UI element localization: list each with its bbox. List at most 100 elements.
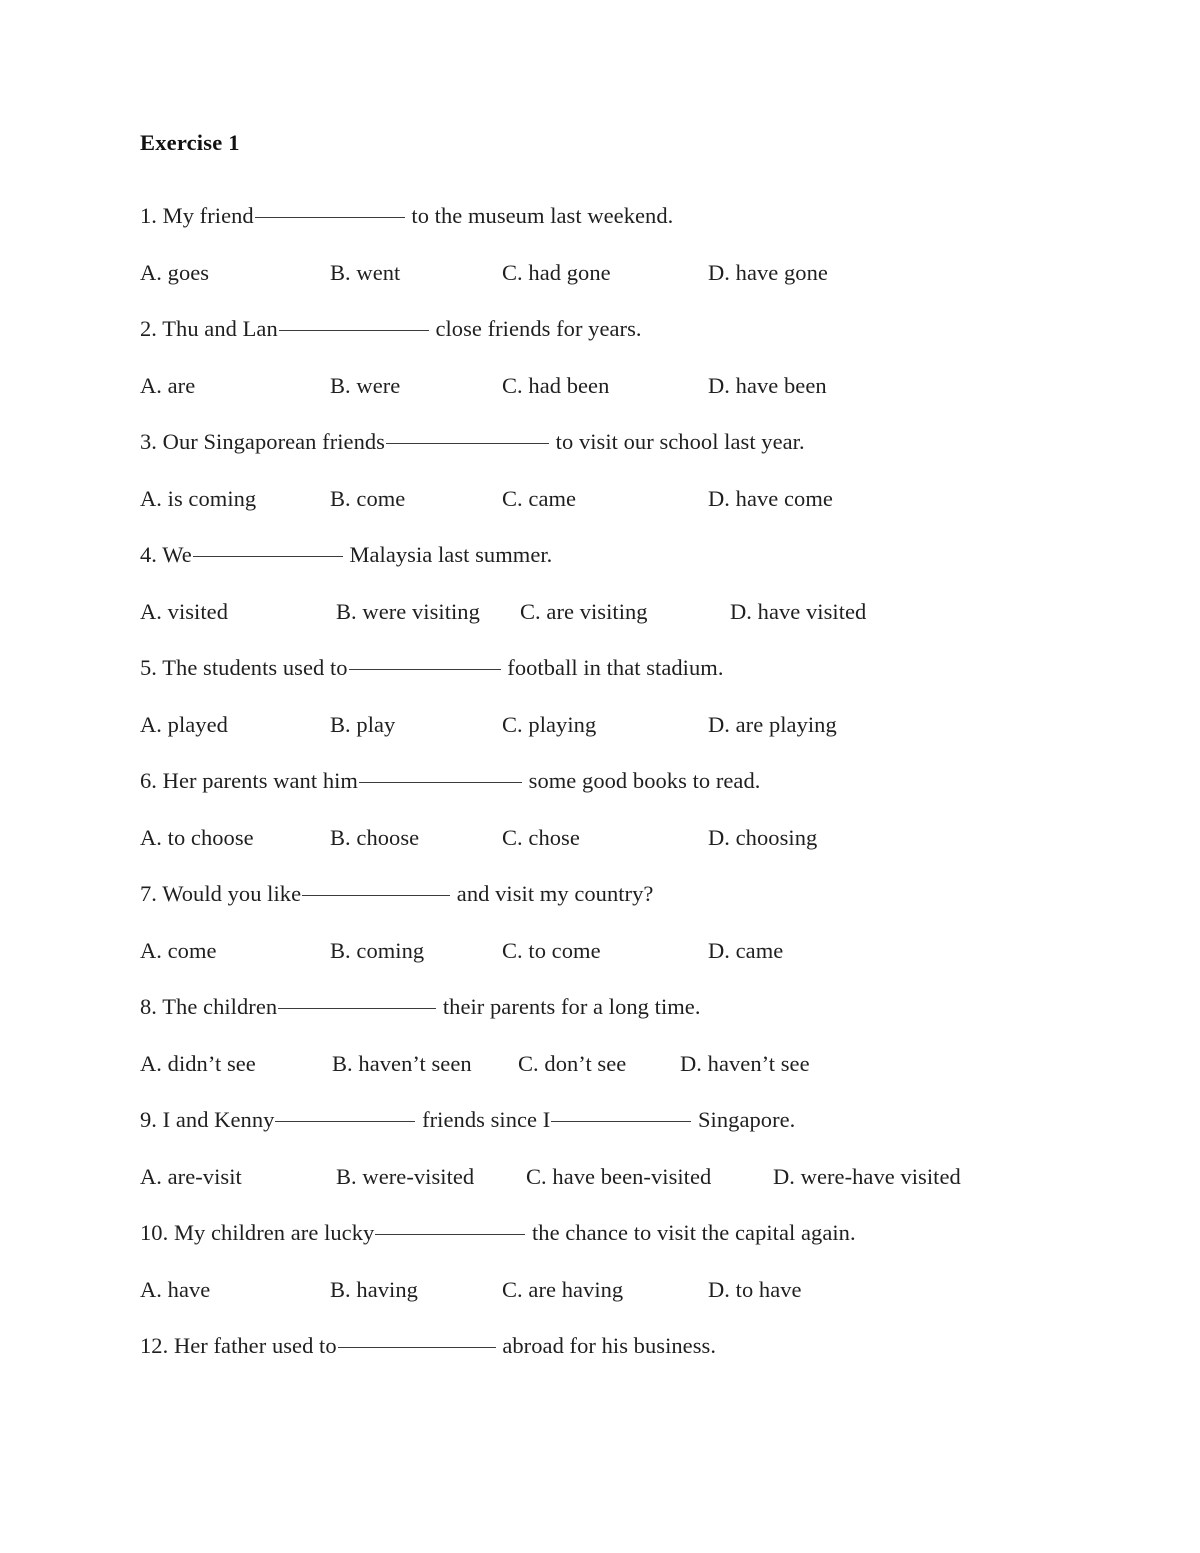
options-row-7: A. come B. coming C. to come D. came <box>140 923 1070 980</box>
option-4-d[interactable]: D. have visited <box>730 584 866 641</box>
question-line-1: 1. My friend to the museum last weekend. <box>140 188 1070 245</box>
option-8-c[interactable]: C. don’t see <box>518 1036 626 1093</box>
option-1-d[interactable]: D. have gone <box>708 245 828 302</box>
question-3-blank[interactable] <box>386 443 549 444</box>
question-7-text-after: and visit my country? <box>451 881 654 906</box>
options-row-6: A. to choose B. choose C. chose D. choos… <box>140 810 1070 867</box>
question-9-blank-2[interactable] <box>551 1121 692 1122</box>
question-7-text-before: 7. Would you like <box>140 881 302 906</box>
option-7-c[interactable]: C. to come <box>502 923 601 980</box>
question-9-text-middle: friends since I <box>416 1107 551 1132</box>
option-6-b[interactable]: B. choose <box>330 810 419 867</box>
option-2-c[interactable]: C. had been <box>502 358 609 415</box>
option-2-b[interactable]: B. were <box>330 358 400 415</box>
question-12-text-before: 12. Her father used to <box>140 1333 337 1358</box>
question-8-text-before: 8. The children <box>140 994 278 1019</box>
option-9-d[interactable]: D. were-have visited <box>773 1149 961 1206</box>
option-8-a[interactable]: A. didn’t see <box>140 1036 256 1093</box>
question-line-6: 6. Her parents want him some good books … <box>140 753 1070 810</box>
question-2-blank[interactable] <box>278 330 429 331</box>
question-line-5: 5. The students used to football in that… <box>140 640 1070 697</box>
option-9-b[interactable]: B. were-visited <box>336 1149 474 1206</box>
question-line-2: 2. Thu and Lan close friends for years. <box>140 301 1070 358</box>
question-line-8: 8. The children their parents for a long… <box>140 979 1070 1036</box>
option-7-b[interactable]: B. coming <box>330 923 424 980</box>
option-6-a[interactable]: A. to choose <box>140 810 254 867</box>
question-line-10: 10. My children are lucky the chance to … <box>140 1205 1070 1262</box>
question-10-text-after: the chance to visit the capital again. <box>526 1220 856 1245</box>
question-line-9: 9. I and Kenny friends since I Singapore… <box>140 1092 1070 1149</box>
question-6-text-before: 6. Her parents want him <box>140 768 358 793</box>
option-6-c[interactable]: C. chose <box>502 810 580 867</box>
option-10-b[interactable]: B. having <box>330 1262 418 1319</box>
option-7-d[interactable]: D. came <box>708 923 783 980</box>
option-3-b[interactable]: B. come <box>330 471 405 528</box>
option-9-c[interactable]: C. have been-visited <box>526 1149 711 1206</box>
option-3-c[interactable]: C. came <box>502 471 576 528</box>
question-2-text-before: 2. Thu and Lan <box>140 316 278 341</box>
options-row-5: A. played B. play C. playing D. are play… <box>140 697 1070 754</box>
option-5-c[interactable]: C. playing <box>502 697 596 754</box>
option-3-a[interactable]: A. is coming <box>140 471 256 528</box>
options-row-3: A. is coming B. come C. came D. have com… <box>140 471 1070 528</box>
options-row-2: A. are B. were C. had been D. have been <box>140 358 1070 415</box>
options-row-8: A. didn’t see B. haven’t seen C. don’t s… <box>140 1036 1070 1093</box>
question-2-text-after: close friends for years. <box>429 316 642 341</box>
option-10-d[interactable]: D. to have <box>708 1262 802 1319</box>
option-4-a[interactable]: A. visited <box>140 584 228 641</box>
option-2-a[interactable]: A. are <box>140 358 195 415</box>
option-5-b[interactable]: B. play <box>330 697 395 754</box>
document-body: Exercise 1 1. My friend to the museum la… <box>140 130 1070 1375</box>
option-8-b[interactable]: B. haven’t seen <box>332 1036 472 1093</box>
question-1-text-after: to the museum last weekend. <box>405 203 674 228</box>
question-10-blank[interactable] <box>375 1234 526 1235</box>
question-9-text-before: 9. I and Kenny <box>140 1107 275 1132</box>
option-1-c[interactable]: C. had gone <box>502 245 611 302</box>
document-page: Exercise 1 1. My friend to the museum la… <box>0 0 1200 1553</box>
question-12-blank[interactable] <box>337 1347 496 1348</box>
option-6-d[interactable]: D. choosing <box>708 810 817 867</box>
question-line-7: 7. Would you like and visit my country? <box>140 866 1070 923</box>
option-1-a[interactable]: A. goes <box>140 245 209 302</box>
page-title: Exercise 1 <box>140 130 240 155</box>
question-4-text-after: Malaysia last summer. <box>343 542 553 567</box>
options-row-1: A. goes B. went C. had gone D. have gone <box>140 245 1070 302</box>
question-8-text-after: their parents for a long time. <box>437 994 701 1019</box>
question-9-text-after: Singapore. <box>692 1107 796 1132</box>
question-4-text-before: 4. We <box>140 542 192 567</box>
option-10-a[interactable]: A. have <box>140 1262 210 1319</box>
question-1-blank[interactable] <box>254 217 405 218</box>
option-8-d[interactable]: D. haven’t see <box>680 1036 810 1093</box>
options-row-4: A. visited B. were visiting C. are visit… <box>140 584 1070 641</box>
option-5-a[interactable]: A. played <box>140 697 228 754</box>
option-1-b[interactable]: B. went <box>330 245 400 302</box>
options-row-9: A. are-visit B. were-visited C. have bee… <box>140 1149 1070 1206</box>
question-5-text-before: 5. The students used to <box>140 655 348 680</box>
question-6-blank[interactable] <box>358 782 522 783</box>
option-10-c[interactable]: C. are having <box>502 1262 623 1319</box>
question-3-text-before: 3. Our Singaporean friends <box>140 429 385 454</box>
option-3-d[interactable]: D. have come <box>708 471 833 528</box>
option-7-a[interactable]: A. come <box>140 923 217 980</box>
question-7-blank[interactable] <box>302 895 451 896</box>
question-12-text-after: abroad for his business. <box>496 1333 717 1358</box>
question-4-blank[interactable] <box>192 556 343 557</box>
question-9-blank-1[interactable] <box>275 1121 416 1122</box>
question-10-text-before: 10. My children are lucky <box>140 1220 375 1245</box>
option-5-d[interactable]: D. are playing <box>708 697 837 754</box>
question-line-4: 4. We Malaysia last summer. <box>140 527 1070 584</box>
title-spacer <box>140 156 1070 188</box>
question-5-blank[interactable] <box>348 669 501 670</box>
question-3-text-after: to visit our school last year. <box>550 429 805 454</box>
options-row-10: A. have B. having C. are having D. to ha… <box>140 1262 1070 1319</box>
question-line-12: 12. Her father used to abroad for his bu… <box>140 1318 1070 1375</box>
option-2-d[interactable]: D. have been <box>708 358 827 415</box>
question-8-blank[interactable] <box>278 1008 437 1009</box>
option-4-b[interactable]: B. were visiting <box>336 584 480 641</box>
question-5-text-after: football in that stadium. <box>501 655 724 680</box>
option-4-c[interactable]: C. are visiting <box>520 584 648 641</box>
option-9-a[interactable]: A. are-visit <box>140 1149 242 1206</box>
question-1-text-before: 1. My friend <box>140 203 254 228</box>
question-6-text-after: some good books to read. <box>522 768 761 793</box>
question-line-3: 3. Our Singaporean friends to visit our … <box>140 414 1070 471</box>
